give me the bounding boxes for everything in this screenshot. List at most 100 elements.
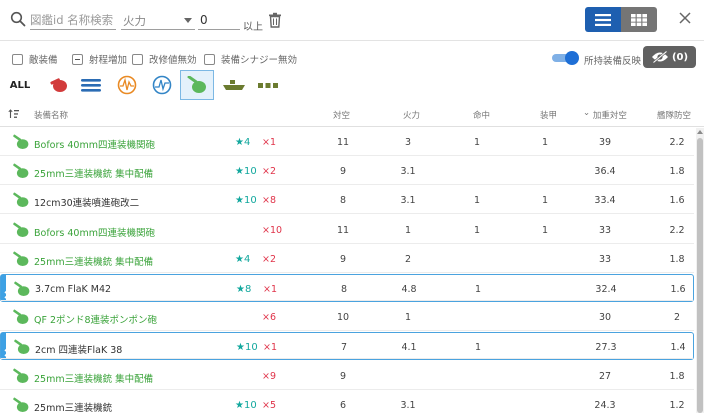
tab-aa-gun[interactable] [180,70,214,100]
firepower-value: 3.1 [400,166,416,178]
equipment-name: 25mm三連装機銃 集中配備 [34,373,154,385]
accuracy-value: 1 [473,195,481,207]
tab-radar[interactable] [110,70,144,100]
search-input[interactable] [30,10,116,30]
trash-icon[interactable] [268,12,282,28]
owned-count: ×8 [262,195,277,207]
eye-off-icon [651,51,668,63]
filter-synergy-disabled[interactable]: 装備シナジー無効 [204,52,297,66]
weighted-aa-value: 36.4 [594,166,616,178]
row-divider [0,242,694,244]
sort-desc-icon: ⌄ [583,108,591,118]
tab-landing-craft[interactable] [217,70,251,100]
table-row[interactable]: QF 2ポンド8連装ポンポン砲 ×6 10 1 30 2 [0,303,694,332]
column-header-weighted-aa[interactable]: ⌄ 加重対空 [583,108,627,121]
type-tabs: ALL [0,70,704,102]
firepower-value: 1 [404,312,412,324]
improvement-level: ★8 [236,284,252,295]
table-row[interactable]: 25mm三連装機銃 集中配備 ★4 ×2 9 2 33 1.8 [0,245,694,273]
fleet-defense-value: 2.2 [669,224,685,236]
list-view-button[interactable] [585,7,621,32]
hidden-items-button[interactable]: (0) [643,46,696,68]
close-icon[interactable] [678,11,692,25]
firepower-value: 3.1 [400,399,416,411]
weighted-aa-value: 27 [598,370,612,382]
owned-count: ×10 [262,224,283,236]
tab-all[interactable]: ALL [3,70,37,100]
sort-icon[interactable] [8,109,20,119]
table-row[interactable]: 12cm30連装噴進砲改二 ★10 ×8 8 3.1 1 1 33.4 1.6 [0,186,694,215]
table-row[interactable]: 2cm 四連装FlaK 38 ★10 ×1 7 4.1 1 27.3 1.4 [0,332,694,361]
column-header-fleet-defense[interactable]: 艦隊防空 [657,109,691,121]
min-value-input[interactable] [198,10,240,30]
weighted-aa-value: 39 [598,137,612,148]
weighted-aa-value: 30 [598,312,612,324]
filter-range-increase[interactable]: 射程増加 [72,52,127,66]
improvement-level: ★10 [235,195,257,207]
filter-enemy-equipment[interactable]: 敵装備 [12,52,58,66]
row-divider [0,271,694,273]
column-header-name[interactable]: 装備名称 [34,109,68,121]
table-row[interactable]: 25mm三連装機銃 ★10 ×5 6 3.1 24.3 1.2 [0,391,694,413]
firepower-value: 4.8 [401,284,417,295]
grid-view-button[interactable] [621,7,657,32]
tab-torpedo[interactable] [74,70,108,100]
aa-value: 8 [339,195,347,207]
armor-value: 1 [541,195,549,207]
firepower-value: 3.1 [400,195,416,207]
aa-gun-icon [13,192,29,208]
scrollbar-thumb[interactable] [697,138,703,413]
aa-gun-icon [13,134,29,150]
accuracy-value: 1 [474,284,482,295]
column-header-armor[interactable]: 装甲 [540,109,557,121]
checkbox-label: 敵装備 [29,55,58,66]
owned-count: ×2 [262,166,277,178]
checkbox[interactable] [72,53,83,65]
table-row[interactable]: 3.7cm FlaK M42 ★8 ×1 8 4.8 1 32.4 1.6 [0,274,694,302]
scroll-up-arrow[interactable] [697,130,703,134]
table-row[interactable]: 25mm三連装機銃 集中配備 ★10 ×2 9 3.1 36.4 1.8 [0,157,694,186]
fleet-defense-value: 1.8 [669,166,685,178]
armor-value: 1 [541,137,549,148]
owned-equipment-label: 所持装備反映 [584,56,642,67]
aa-value: 10 [336,312,350,324]
row-divider [0,388,694,390]
equipment-name: 25mm三連装機銃 集中配備 [34,256,154,268]
aa-value: 9 [339,166,347,178]
column-header-firepower[interactable]: 火力 [403,109,420,121]
aa-value: 9 [339,253,347,265]
table-row[interactable]: 25mm三連装機銃 集中配備 ×9 9 27 1.8 [0,362,694,390]
stat-select[interactable]: 火力 [121,10,195,30]
table-row[interactable]: Bofors 40mm四連装機関砲 ★4 ×1 11 3 1 1 39 2.2 [0,128,694,156]
column-header-aa[interactable]: 対空 [333,109,350,121]
tab-main-gun[interactable] [42,70,76,100]
aa-gun-icon [13,251,29,266]
min-value-suffix: 以上 [243,22,263,33]
owned-count: ×1 [263,342,278,354]
scrollbar[interactable] [696,128,704,413]
row-divider [0,184,694,186]
owned-count: ×6 [262,312,277,324]
fleet-defense-value: 2 [673,312,681,324]
checkbox[interactable] [12,53,23,65]
aa-value: 6 [339,399,347,411]
equipment-name: 2cm 四連装FlaK 38 [35,345,123,357]
accuracy-value: 1 [474,342,482,354]
equipment-name: Bofors 40mm四連装機関砲 [34,140,155,151]
aa-gun-icon [13,309,29,325]
main-gun-red-icon [50,78,67,92]
row-divider [1,358,693,360]
filter-improvement-disabled[interactable]: 改修値無効 [132,52,197,66]
accuracy-value: 1 [473,224,481,236]
column-header-accuracy[interactable]: 命中 [473,109,490,121]
tab-sonar[interactable] [145,70,179,100]
fleet-defense-value: 1.4 [670,342,686,354]
tab-misc[interactable] [251,70,285,100]
checkbox[interactable] [132,53,143,65]
owned-equipment-toggle[interactable] [552,51,579,65]
improvement-level: ★4 [235,137,251,148]
checkbox[interactable] [204,53,215,65]
table-row[interactable]: Bofors 40mm四連装機関砲 ×10 11 1 1 1 33 2.2 [0,216,694,244]
aa-value: 9 [339,370,347,382]
aa-value: 7 [340,342,348,354]
